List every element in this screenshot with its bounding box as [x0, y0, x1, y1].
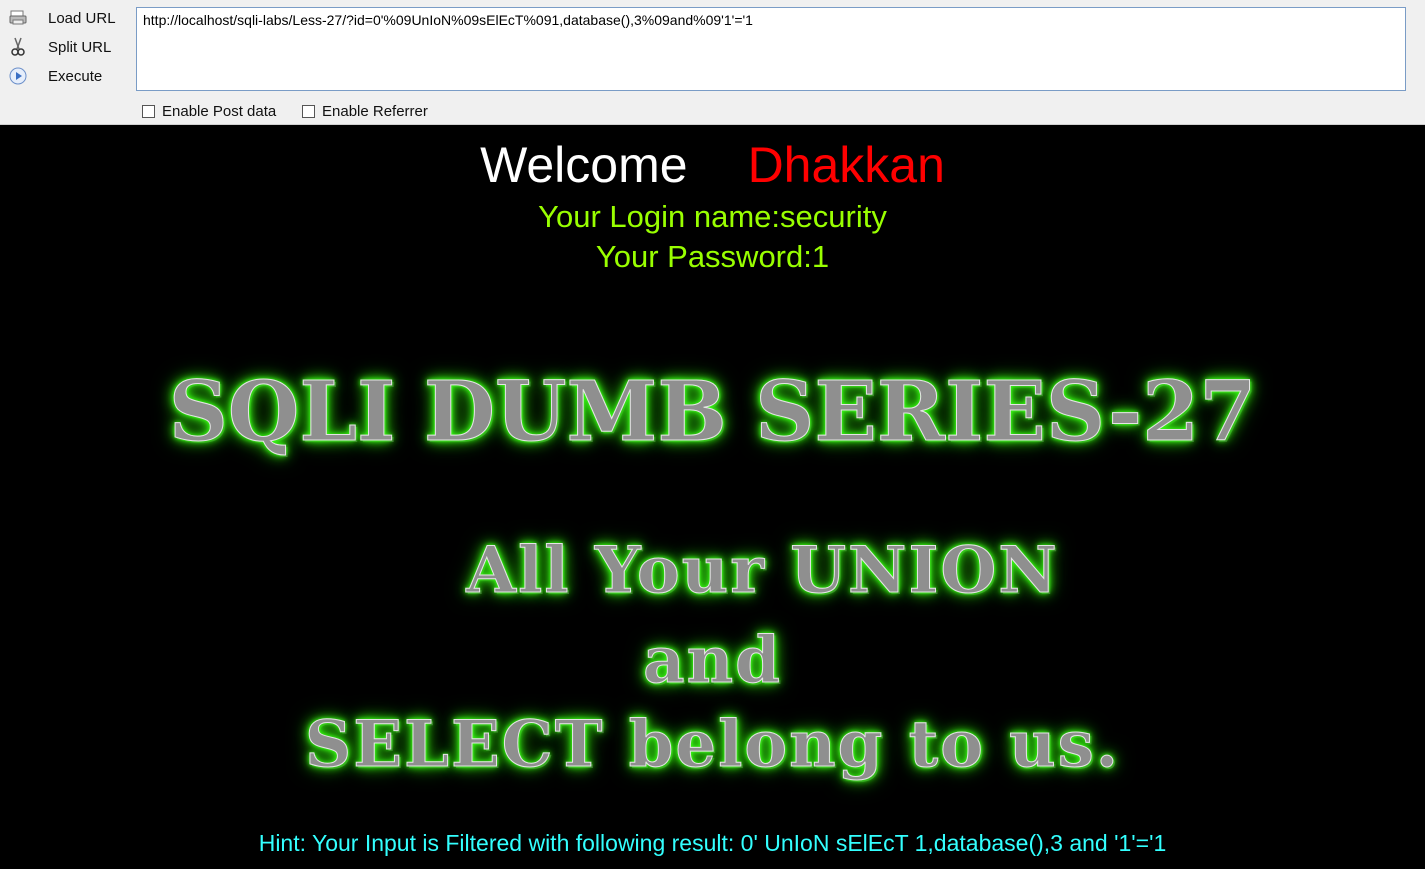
load-url-icon: [8, 8, 28, 28]
load-url-button[interactable]: Load URL: [8, 6, 128, 30]
banner-line-2: and: [643, 623, 782, 699]
load-url-label: Load URL: [48, 9, 116, 27]
enable-post-data-checkbox[interactable]: Enable Post data: [142, 100, 276, 122]
hackbar-toolbar: Load URL Split URL Execute http://localh…: [0, 0, 1425, 125]
banner-title-image: SQLI DUMB SERIES-27: [168, 364, 1257, 461]
hint-text: Hint: Your Input is Filtered with follow…: [258, 830, 1167, 856]
password-text: Your Password:1: [595, 239, 830, 274]
dhakkan-text: Dhakkan: [747, 137, 945, 193]
url-input[interactable]: http://localhost/sqli-labs/Less-27/?id=0…: [136, 7, 1406, 91]
checkbox-box[interactable]: [142, 104, 155, 118]
page-content: Welcome Dhakkan Your Login name:security …: [0, 125, 1425, 869]
split-url-label: Split URL: [48, 38, 112, 56]
banner-line-1: All Your UNION: [466, 533, 1059, 609]
login-name-text: Your Login name:security: [538, 199, 887, 234]
enable-post-data-label: Enable Post data: [162, 102, 277, 120]
scissors-icon: [8, 37, 28, 57]
play-icon: [8, 66, 28, 86]
welcome-text: Welcome: [480, 137, 688, 193]
welcome-heading: Welcome Dhakkan: [0, 135, 1425, 195]
enable-referrer-checkbox[interactable]: Enable Referrer: [302, 100, 428, 122]
banner-line-3: SELECT belong to us.: [304, 707, 1121, 783]
execute-label: Execute: [48, 67, 103, 85]
split-url-button[interactable]: Split URL: [8, 35, 128, 59]
execute-button[interactable]: Execute: [8, 64, 128, 88]
enable-referrer-label: Enable Referrer: [322, 102, 428, 120]
checkbox-box[interactable]: [302, 104, 315, 118]
